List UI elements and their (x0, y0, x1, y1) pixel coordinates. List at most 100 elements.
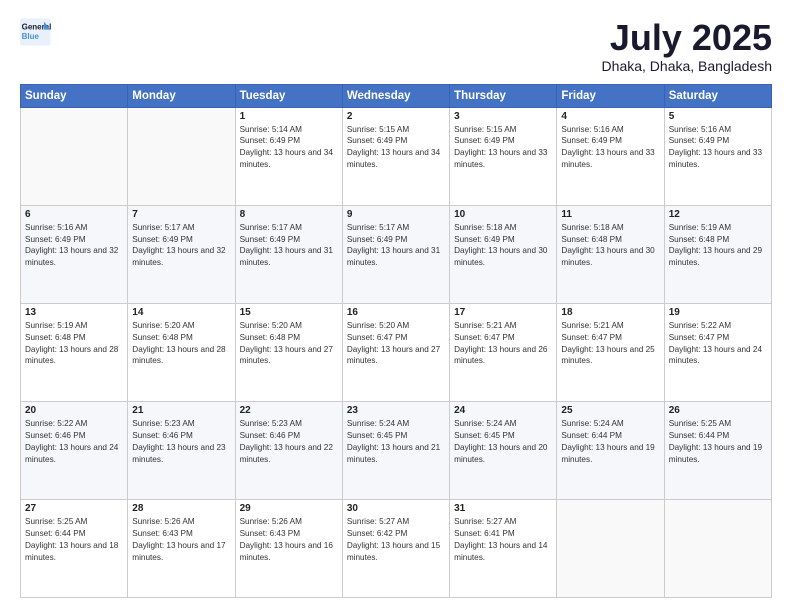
day-info: Sunrise: 5:27 AMSunset: 6:42 PMDaylight:… (347, 516, 445, 564)
day-number: 26 (669, 405, 767, 416)
calendar-day-cell: 13 Sunrise: 5:19 AMSunset: 6:48 PMDayligh… (21, 303, 128, 401)
day-info: Sunrise: 5:23 AMSunset: 6:46 PMDaylight:… (240, 418, 338, 466)
day-number: 5 (669, 111, 767, 122)
calendar-day-cell (128, 107, 235, 205)
calendar-day-cell: 24 Sunrise: 5:24 AMSunset: 6:45 PMDayligh… (450, 401, 557, 499)
day-number: 20 (25, 405, 123, 416)
header: General Blue July 2025 Dhaka, Dhaka, Ban… (20, 18, 772, 74)
calendar-day-cell: 5 Sunrise: 5:16 AMSunset: 6:49 PMDaylight… (664, 107, 771, 205)
calendar-day-header: Sunday (21, 84, 128, 107)
day-number: 30 (347, 503, 445, 514)
day-info: Sunrise: 5:20 AMSunset: 6:48 PMDaylight:… (240, 320, 338, 368)
day-info: Sunrise: 5:18 AMSunset: 6:48 PMDaylight:… (561, 222, 659, 270)
calendar-day-header: Monday (128, 84, 235, 107)
calendar-week-row: 1Sunrise: 5:14 AMSunset: 6:49 PMDaylight… (21, 107, 772, 205)
day-number: 17 (454, 307, 552, 318)
day-number: 11 (561, 209, 659, 220)
calendar-header-row: SundayMondayTuesdayWednesdayThursdayFrid… (21, 84, 772, 107)
calendar-day-cell: 10Sunrise: 5:18 AMSunset: 6:49 PMDayligh… (450, 205, 557, 303)
day-number: 4 (561, 111, 659, 122)
calendar-day-cell: 31 Sunrise: 5:27 AMSunset: 6:41 PMDayligh… (450, 499, 557, 597)
day-info: Sunrise: 5:25 AMSunset: 6:44 PMDaylight:… (25, 516, 123, 564)
day-info: Sunrise: 5:15 AMSunset: 6:49 PMDaylight:… (347, 124, 445, 172)
day-info: Sunrise: 5:18 AMSunset: 6:49 PMDaylight:… (454, 222, 552, 270)
calendar-day-header: Thursday (450, 84, 557, 107)
day-info: Sunrise: 5:20 AMSunset: 6:47 PMDaylight:… (347, 320, 445, 368)
day-info: Sunrise: 5:23 AMSunset: 6:46 PMDaylight:… (132, 418, 230, 466)
day-number: 12 (669, 209, 767, 220)
day-number: 28 (132, 503, 230, 514)
calendar-day-cell: 3 Sunrise: 5:15 AMSunset: 6:49 PMDaylight… (450, 107, 557, 205)
day-info: Sunrise: 5:16 AMSunset: 6:49 PMDaylight:… (561, 124, 659, 172)
day-number: 2 (347, 111, 445, 122)
day-info: Sunrise: 5:19 AMSunset: 6:48 PMDaylight:… (25, 320, 123, 368)
day-info: Sunrise: 5:24 AMSunset: 6:44 PMDaylight:… (561, 418, 659, 466)
calendar-day-cell: 1Sunrise: 5:14 AMSunset: 6:49 PMDaylight… (235, 107, 342, 205)
day-number: 16 (347, 307, 445, 318)
calendar-day-header: Wednesday (342, 84, 449, 107)
day-number: 15 (240, 307, 338, 318)
day-number: 29 (240, 503, 338, 514)
calendar-day-cell: 4 Sunrise: 5:16 AMSunset: 6:49 PMDaylight… (557, 107, 664, 205)
calendar-day-cell: 2 Sunrise: 5:15 AMSunset: 6:49 PMDaylight… (342, 107, 449, 205)
day-number: 31 (454, 503, 552, 514)
calendar-day-cell: 23 Sunrise: 5:24 AMSunset: 6:45 PMDayligh… (342, 401, 449, 499)
calendar-day-cell: 19 Sunrise: 5:22 AMSunset: 6:47 PMDayligh… (664, 303, 771, 401)
logo-icon: General Blue (20, 18, 52, 46)
day-info: Sunrise: 5:25 AMSunset: 6:44 PMDaylight:… (669, 418, 767, 466)
day-info: Sunrise: 5:22 AMSunset: 6:47 PMDaylight:… (669, 320, 767, 368)
day-number: 6 (25, 209, 123, 220)
calendar-day-cell: 11 Sunrise: 5:18 AMSunset: 6:48 PMDayligh… (557, 205, 664, 303)
calendar-day-cell: 15 Sunrise: 5:20 AMSunset: 6:48 PMDayligh… (235, 303, 342, 401)
day-number: 7 (132, 209, 230, 220)
calendar-day-header: Saturday (664, 84, 771, 107)
title-block: July 2025 Dhaka, Dhaka, Bangladesh (602, 18, 772, 74)
calendar-week-row: 6 Sunrise: 5:16 AMSunset: 6:49 PMDaylight… (21, 205, 772, 303)
day-info: Sunrise: 5:16 AMSunset: 6:49 PMDaylight:… (25, 222, 123, 270)
calendar-day-cell: 9Sunrise: 5:17 AMSunset: 6:49 PMDaylight… (342, 205, 449, 303)
calendar-day-header: Friday (557, 84, 664, 107)
calendar-day-cell: 17Sunrise: 5:21 AMSunset: 6:47 PMDayligh… (450, 303, 557, 401)
main-title: July 2025 (602, 18, 772, 58)
calendar-week-row: 20 Sunrise: 5:22 AMSunset: 6:46 PMDayligh… (21, 401, 772, 499)
calendar-day-header: Tuesday (235, 84, 342, 107)
calendar-day-cell: 14Sunrise: 5:20 AMSunset: 6:48 PMDayligh… (128, 303, 235, 401)
logo: General Blue (20, 18, 52, 46)
calendar-week-row: 27Sunrise: 5:25 AMSunset: 6:44 PMDayligh… (21, 499, 772, 597)
calendar-day-cell: 22Sunrise: 5:23 AMSunset: 6:46 PMDayligh… (235, 401, 342, 499)
day-info: Sunrise: 5:17 AMSunset: 6:49 PMDaylight:… (240, 222, 338, 270)
day-number: 9 (347, 209, 445, 220)
day-number: 3 (454, 111, 552, 122)
day-info: Sunrise: 5:26 AMSunset: 6:43 PMDaylight:… (240, 516, 338, 564)
day-number: 24 (454, 405, 552, 416)
day-info: Sunrise: 5:24 AMSunset: 6:45 PMDaylight:… (347, 418, 445, 466)
day-info: Sunrise: 5:22 AMSunset: 6:46 PMDaylight:… (25, 418, 123, 466)
calendar-day-cell: 27Sunrise: 5:25 AMSunset: 6:44 PMDayligh… (21, 499, 128, 597)
day-number: 19 (669, 307, 767, 318)
day-info: Sunrise: 5:20 AMSunset: 6:48 PMDaylight:… (132, 320, 230, 368)
calendar-day-cell: 25 Sunrise: 5:24 AMSunset: 6:44 PMDayligh… (557, 401, 664, 499)
day-number: 25 (561, 405, 659, 416)
calendar-table: SundayMondayTuesdayWednesdayThursdayFrid… (20, 84, 772, 598)
day-number: 18 (561, 307, 659, 318)
calendar-day-cell: 18 Sunrise: 5:21 AMSunset: 6:47 PMDayligh… (557, 303, 664, 401)
day-info: Sunrise: 5:19 AMSunset: 6:48 PMDaylight:… (669, 222, 767, 270)
day-number: 13 (25, 307, 123, 318)
day-number: 23 (347, 405, 445, 416)
calendar-day-cell: 12 Sunrise: 5:19 AMSunset: 6:48 PMDayligh… (664, 205, 771, 303)
day-info: Sunrise: 5:15 AMSunset: 6:49 PMDaylight:… (454, 124, 552, 172)
calendar-day-cell: 7 Sunrise: 5:17 AMSunset: 6:49 PMDaylight… (128, 205, 235, 303)
calendar-week-row: 13 Sunrise: 5:19 AMSunset: 6:48 PMDayligh… (21, 303, 772, 401)
day-info: Sunrise: 5:21 AMSunset: 6:47 PMDaylight:… (561, 320, 659, 368)
day-info: Sunrise: 5:16 AMSunset: 6:49 PMDaylight:… (669, 124, 767, 172)
day-info: Sunrise: 5:17 AMSunset: 6:49 PMDaylight:… (132, 222, 230, 270)
calendar-day-cell: 20 Sunrise: 5:22 AMSunset: 6:46 PMDayligh… (21, 401, 128, 499)
day-info: Sunrise: 5:24 AMSunset: 6:45 PMDaylight:… (454, 418, 552, 466)
svg-text:Blue: Blue (22, 32, 40, 41)
calendar-day-cell: 8Sunrise: 5:17 AMSunset: 6:49 PMDaylight… (235, 205, 342, 303)
calendar-day-cell: 21Sunrise: 5:23 AMSunset: 6:46 PMDayligh… (128, 401, 235, 499)
day-number: 1 (240, 111, 338, 122)
day-info: Sunrise: 5:27 AMSunset: 6:41 PMDaylight:… (454, 516, 552, 564)
calendar-day-cell: 28Sunrise: 5:26 AMSunset: 6:43 PMDayligh… (128, 499, 235, 597)
page: General Blue July 2025 Dhaka, Dhaka, Ban… (0, 0, 792, 612)
